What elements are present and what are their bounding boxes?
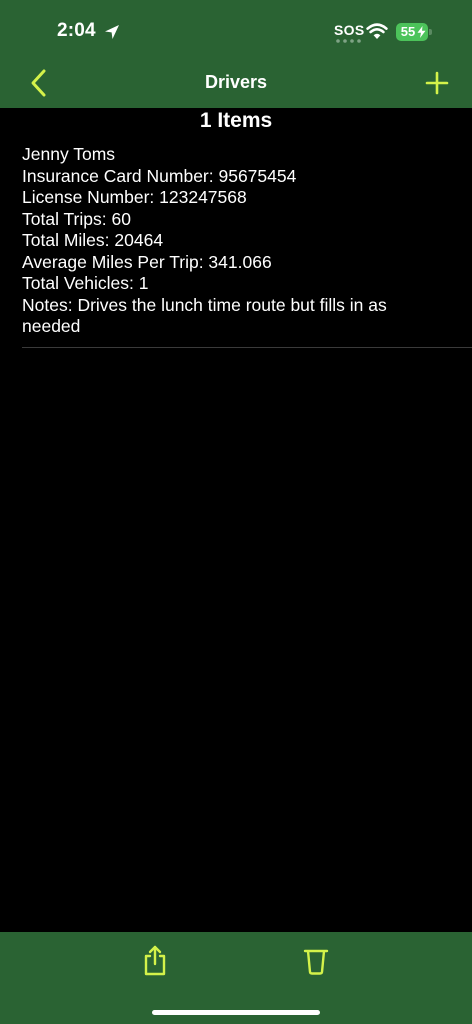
status-bar: 2:04 SOS 55 [0,0,472,62]
plus-icon [425,71,449,95]
driver-average-miles: Average Miles Per Trip: 341.066 [22,251,272,272]
items-count: 1 Items [199,109,273,132]
add-driver-button[interactable] [422,68,452,98]
wifi-icon [366,23,388,39]
row-divider [22,347,472,348]
trash-icon [303,949,329,975]
share-button[interactable] [141,944,169,978]
drivers-screen: 2:04 SOS 55 Drivers 1 Items Jenny Toms I… [0,0,472,1024]
location-arrow-icon [105,25,119,39]
home-indicator [152,1010,320,1015]
sos-indicator: SOS [334,22,365,38]
share-icon [144,945,166,976]
delete-button[interactable] [301,946,331,976]
driver-name: Jenny Toms [22,144,116,164]
driver-total-miles: Total Miles: 20464 [22,230,164,250]
battery-level: 55 [400,24,416,39]
driver-total-trips: Total Trips: 60 [22,208,131,229]
list-item[interactable]: Jenny Toms Insurance Card Number: 956754… [22,144,470,347]
bottom-toolbar [0,932,472,1024]
header: 2:04 SOS 55 Drivers [0,0,472,108]
charging-bolt-icon [417,26,426,38]
status-time: 2:04 [57,20,96,41]
driver-notes: Notes: Drives the lunch time route but f… [22,294,387,337]
driver-license: License Number: 123247568 [22,187,247,207]
back-button[interactable] [24,66,56,100]
battery-icon: 55 [396,23,428,41]
battery-tip [429,29,432,35]
driver-insurance: Insurance Card Number: 95675454 [22,165,297,186]
driver-total-vehicles: Total Vehicles: 1 [22,273,149,293]
nav-bar: Drivers [0,62,472,108]
page-title: Drivers [204,72,268,92]
signal-dots-icon [336,39,361,43]
chevron-left-icon [31,69,46,97]
